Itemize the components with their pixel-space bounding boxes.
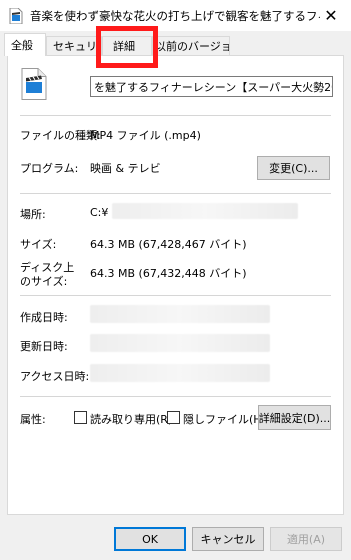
apply-button[interactable]: 適用(A) xyxy=(270,527,342,551)
hidden-checkbox[interactable] xyxy=(167,411,180,424)
size-value: 64.3 MB (67,428,467 バイト) xyxy=(90,238,247,251)
tab-previous-versions[interactable]: 以前のバージョン xyxy=(152,36,230,55)
file-type-label: ファイルの種類: xyxy=(20,129,101,142)
redacted-accessed xyxy=(90,364,270,382)
file-name-field[interactable]: を魅了するフィナーレシーン【スーパー大火勢2019】.mp4 xyxy=(90,76,333,97)
tab-general-label: 全般 xyxy=(11,39,33,52)
redacted-location xyxy=(112,203,298,219)
video-file-large-icon xyxy=(21,68,47,100)
location-label: 場所: xyxy=(20,208,46,221)
accessed-label: アクセス日時: xyxy=(20,370,90,383)
redacted-modified xyxy=(90,334,270,352)
hidden-label[interactable]: 隠しファイル(H) xyxy=(183,411,266,427)
size-label: サイズ: xyxy=(20,238,57,251)
modified-label: 更新日時: xyxy=(20,340,68,353)
program-value: 映画 & テレビ xyxy=(90,162,161,175)
tab-general[interactable]: 全般 xyxy=(4,33,46,56)
file-type-value: MP4 ファイル (.mp4) xyxy=(90,129,201,142)
attributes-label: 属性: xyxy=(20,413,46,426)
disk-size-value: 64.3 MB (67,432,448 バイト) xyxy=(90,267,247,280)
divider xyxy=(20,396,331,397)
ok-button[interactable]: OK xyxy=(114,527,186,551)
advanced-button[interactable]: 詳細設定(D)... xyxy=(258,405,331,430)
tab-previous-versions-label: 以前のバージョン xyxy=(155,40,229,53)
readonly-checkbox[interactable] xyxy=(74,411,87,424)
readonly-label[interactable]: 読み取り専用(R) xyxy=(90,411,172,427)
location-value: C:¥ xyxy=(90,206,109,219)
divider xyxy=(20,193,331,194)
program-label: プログラム: xyxy=(20,162,79,175)
created-label: 作成日時: xyxy=(20,311,68,324)
tab-strip: 全般 セキュリティ 詳細 以前のバージョン xyxy=(0,33,351,56)
title-bar: 音楽を使わず豪快な花火の打ち上げで観客を魅了するフィナーレシ… ✕ xyxy=(0,0,351,31)
divider xyxy=(20,115,331,116)
divider xyxy=(20,295,331,296)
change-button[interactable]: 変更(C)... xyxy=(257,156,330,180)
redacted-created xyxy=(90,305,270,323)
cancel-button[interactable]: キャンセル xyxy=(192,527,264,551)
highlight-box xyxy=(96,26,158,68)
window-title: 音楽を使わず豪快な花火の打ち上げで観客を魅了するフィナーレシ… xyxy=(30,8,320,23)
close-icon[interactable]: ✕ xyxy=(311,0,351,31)
disk-size-label-line2: のサイズ: xyxy=(20,275,68,288)
tab-security[interactable]: セキュリティ xyxy=(46,36,102,55)
video-file-icon xyxy=(8,7,24,24)
tab-security-label: セキュリティ xyxy=(53,40,101,53)
